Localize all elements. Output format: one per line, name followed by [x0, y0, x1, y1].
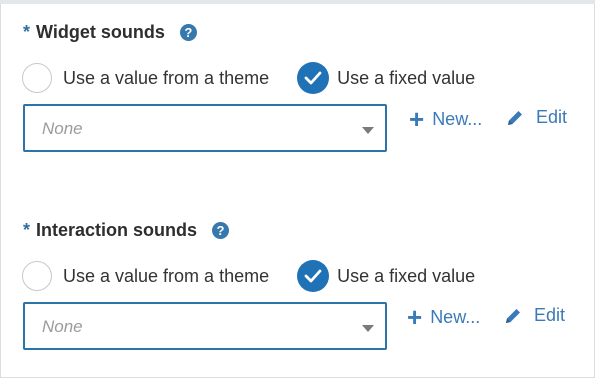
radio-fixed-value[interactable]	[297, 62, 330, 94]
new-sound-button[interactable]: + New...	[409, 106, 482, 132]
pencil-icon	[504, 307, 522, 325]
help-icon[interactable]: ?	[212, 221, 230, 239]
widget-sounds-header: * Widget sounds ?	[23, 20, 197, 44]
check-icon	[304, 269, 322, 283]
widget-sounds-section: * Widget sounds ? Use a value from a the…	[0, 20, 595, 190]
widget-sounds-title: Widget sounds	[36, 21, 165, 42]
interaction-sounds-header: * Interaction sounds ?	[23, 218, 230, 242]
panel-top-border	[0, 0, 595, 4]
select-value: None	[42, 317, 83, 336]
interaction-sounds-select[interactable]: None	[23, 302, 387, 350]
widget-sounds-select[interactable]: None	[23, 104, 387, 152]
required-marker: *	[23, 21, 31, 42]
caret-down-icon	[362, 127, 374, 134]
widget-sounds-options: Use a value from a theme Use a fixed val…	[22, 62, 475, 94]
pencil-icon	[506, 109, 524, 127]
new-label: New...	[430, 306, 481, 327]
edit-sound-button[interactable]: Edit	[504, 305, 565, 326]
radio-theme-label: Use a value from a theme	[63, 67, 270, 88]
radio-fixed-label: Use a fixed value	[337, 265, 476, 286]
caret-down-icon	[362, 325, 374, 332]
interaction-sounds-options: Use a value from a theme Use a fixed val…	[22, 260, 475, 292]
select-value: None	[42, 119, 83, 138]
interaction-sounds-title: Interaction sounds	[36, 219, 198, 240]
edit-label: Edit	[534, 305, 566, 325]
edit-sound-button[interactable]: Edit	[506, 107, 567, 128]
radio-fixed-label: Use a fixed value	[337, 67, 476, 88]
plus-icon: +	[409, 104, 425, 134]
new-label: New...	[432, 108, 483, 129]
radio-fixed-value[interactable]	[297, 260, 330, 292]
new-sound-button[interactable]: + New...	[407, 304, 480, 330]
required-marker: *	[23, 219, 31, 240]
help-icon[interactable]: ?	[179, 23, 197, 41]
interaction-sounds-section: * Interaction sounds ? Use a value from …	[0, 218, 595, 388]
radio-theme-value[interactable]	[22, 261, 52, 291]
radio-theme-label: Use a value from a theme	[63, 265, 270, 286]
plus-icon: +	[407, 302, 423, 332]
edit-label: Edit	[536, 107, 568, 127]
radio-theme-value[interactable]	[22, 63, 52, 93]
check-icon	[304, 71, 322, 85]
